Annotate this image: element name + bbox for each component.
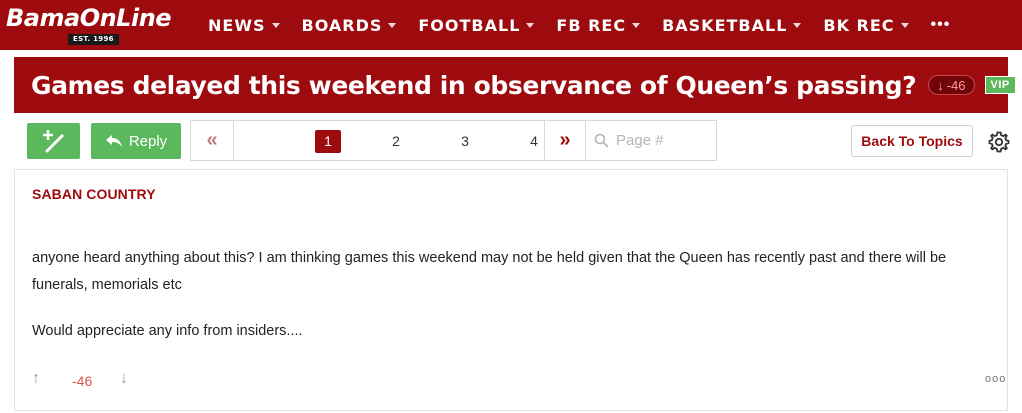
nav-item-label: FOOTBALL [418, 15, 521, 35]
page-number-input[interactable]: Page # [586, 120, 717, 161]
page-number[interactable]: 4 [521, 130, 547, 153]
nav-item-label: BK REC [823, 15, 895, 35]
post-score: -46 [72, 373, 93, 389]
reply-button[interactable]: Reply [91, 123, 181, 159]
page-number-current[interactable]: 1 [315, 130, 341, 153]
thread-score-badge: ↓ -46 [928, 75, 975, 95]
nav-links: NEWS BOARDS FOOTBALL FB REC BASKETBALL B… [208, 0, 950, 50]
nav-item-football[interactable]: FOOTBALL [418, 15, 535, 35]
post-paragraph: anyone heard anything about this? I am t… [32, 250, 947, 293]
new-topic-button[interactable] [27, 123, 80, 159]
divider [14, 410, 1008, 411]
next-page-button[interactable]: » [544, 120, 586, 161]
reply-arrow-icon [105, 135, 122, 147]
caret-down-icon [793, 22, 802, 28]
nav-item-label: BASKETBALL [662, 15, 788, 35]
page-number[interactable]: 2 [383, 130, 409, 153]
post: SABAN COUNTRY anyone heard anything abou… [14, 169, 1008, 411]
nav-item-label: BOARDS [301, 15, 383, 35]
caret-down-icon [632, 22, 641, 28]
search-icon [594, 133, 609, 148]
nav-item-fb-rec[interactable]: FB REC [556, 15, 641, 35]
new-topic-pencil-icon [42, 130, 64, 153]
nav-item-basketball[interactable]: BASKETBALL [662, 15, 802, 35]
vip-badge: VIP [984, 76, 1016, 94]
thread-title-bar: Games delayed this weekend in observance… [14, 57, 1016, 113]
caret-down-icon [526, 22, 535, 28]
logo-est-badge: EST. 1996 [68, 34, 119, 45]
thread-score-value: -46 [946, 77, 966, 93]
nav-item-news[interactable]: NEWS [208, 16, 280, 35]
logo-text: BamaOnLine [6, 4, 172, 32]
page-input-placeholder: Page # [616, 132, 664, 149]
upvote-icon[interactable]: ↑ [32, 370, 40, 388]
reply-button-label: Reply [128, 132, 168, 150]
top-nav: BamaOnLine EST. 1996 NEWS BOARDS FOOTBAL… [0, 0, 1022, 50]
post-paragraph: Would appreciate any info from insiders.… [32, 323, 303, 339]
down-arrow-icon: ↓ [937, 77, 944, 93]
nav-item-label: FB REC [556, 15, 627, 35]
post-options-icon[interactable]: ooo [985, 373, 1006, 385]
caret-down-icon [388, 22, 397, 28]
nav-item-label: NEWS [208, 15, 266, 35]
back-to-topics-button[interactable]: Back To Topics [851, 125, 973, 157]
nav-more-icon[interactable]: ••• [931, 16, 951, 34]
page-numbers: 1 2 3 4 [234, 120, 544, 161]
page-title: Games delayed this weekend in observance… [31, 70, 917, 100]
page-number[interactable]: 3 [452, 130, 478, 153]
site-logo[interactable]: BamaOnLine EST. 1996 [6, 4, 192, 46]
caret-down-icon [271, 22, 280, 28]
nav-item-bk-rec[interactable]: BK REC [823, 15, 909, 35]
post-author[interactable]: SABAN COUNTRY [32, 186, 156, 202]
nav-item-boards[interactable]: BOARDS [302, 16, 397, 35]
first-page-button[interactable]: « [190, 120, 234, 161]
post-body: anyone heard anything about this? I am t… [32, 245, 1002, 364]
downvote-icon[interactable]: ↓ [120, 370, 128, 388]
caret-down-icon [900, 22, 909, 28]
pagination: « 1 2 3 4 » Page # [190, 120, 717, 161]
gear-icon[interactable] [987, 130, 1011, 154]
